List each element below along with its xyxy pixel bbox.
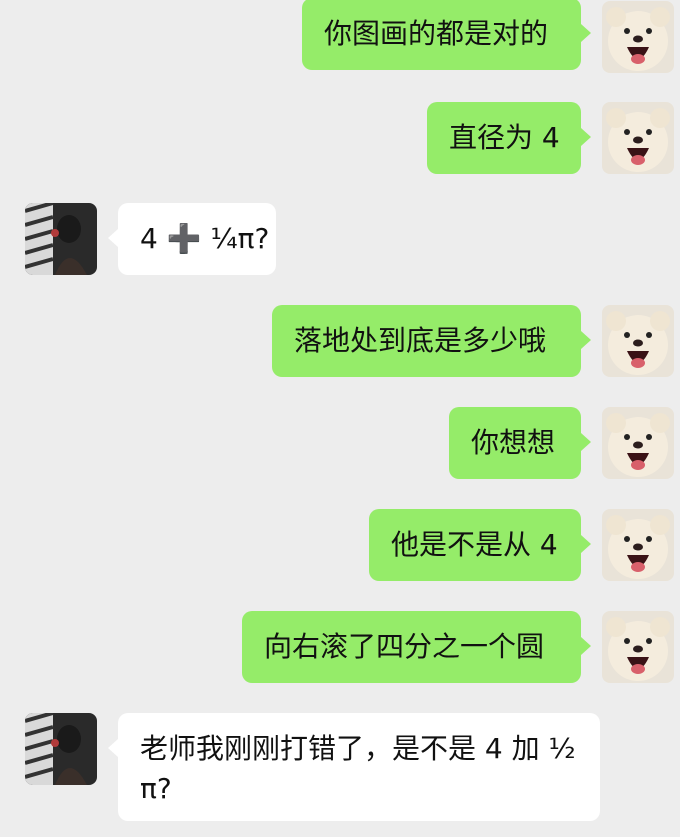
puppy-avatar[interactable] bbox=[602, 407, 674, 479]
puppy-avatar[interactable] bbox=[602, 102, 674, 174]
message-bubble-sent[interactable]: 向右滚了四分之一个圆 bbox=[242, 611, 591, 683]
puppy-avatar[interactable] bbox=[602, 1, 674, 73]
message-bubble-sent[interactable]: 你想想 bbox=[449, 407, 591, 479]
message-bubble-sent[interactable]: 你图画的都是对的 bbox=[302, 0, 591, 70]
message-text: 落地处到底是多少哦 bbox=[294, 324, 547, 357]
message-bubble-sent[interactable]: 直径为 4 bbox=[427, 102, 591, 174]
puppy-avatar[interactable] bbox=[602, 305, 674, 377]
message-bubble-received[interactable]: 老师我刚刚打错了，是不是 4 加 ½ π? bbox=[108, 713, 600, 821]
message-bubble-received[interactable]: 4 ➕ ¼π? bbox=[108, 203, 276, 275]
message-text: 他是不是从 4 bbox=[391, 528, 558, 561]
message-bubble-sent[interactable]: 落地处到底是多少哦 bbox=[272, 305, 591, 377]
message-bubble-sent[interactable]: 他是不是从 4 bbox=[369, 509, 591, 581]
message-text: 直径为 4 bbox=[449, 121, 560, 154]
puppy-avatar[interactable] bbox=[602, 611, 674, 683]
message-text: 4 ➕ ¼π? bbox=[140, 222, 270, 255]
student-avatar[interactable] bbox=[25, 203, 97, 275]
student-avatar[interactable] bbox=[25, 713, 97, 785]
message-text: 你想想 bbox=[471, 426, 556, 459]
puppy-avatar[interactable] bbox=[602, 509, 674, 581]
message-text: 向右滚了四分之一个圆 bbox=[264, 630, 545, 663]
message-text: 你图画的都是对的 bbox=[324, 17, 549, 50]
message-text: 老师我刚刚打错了，是不是 4 加 ½ π? bbox=[140, 732, 576, 805]
